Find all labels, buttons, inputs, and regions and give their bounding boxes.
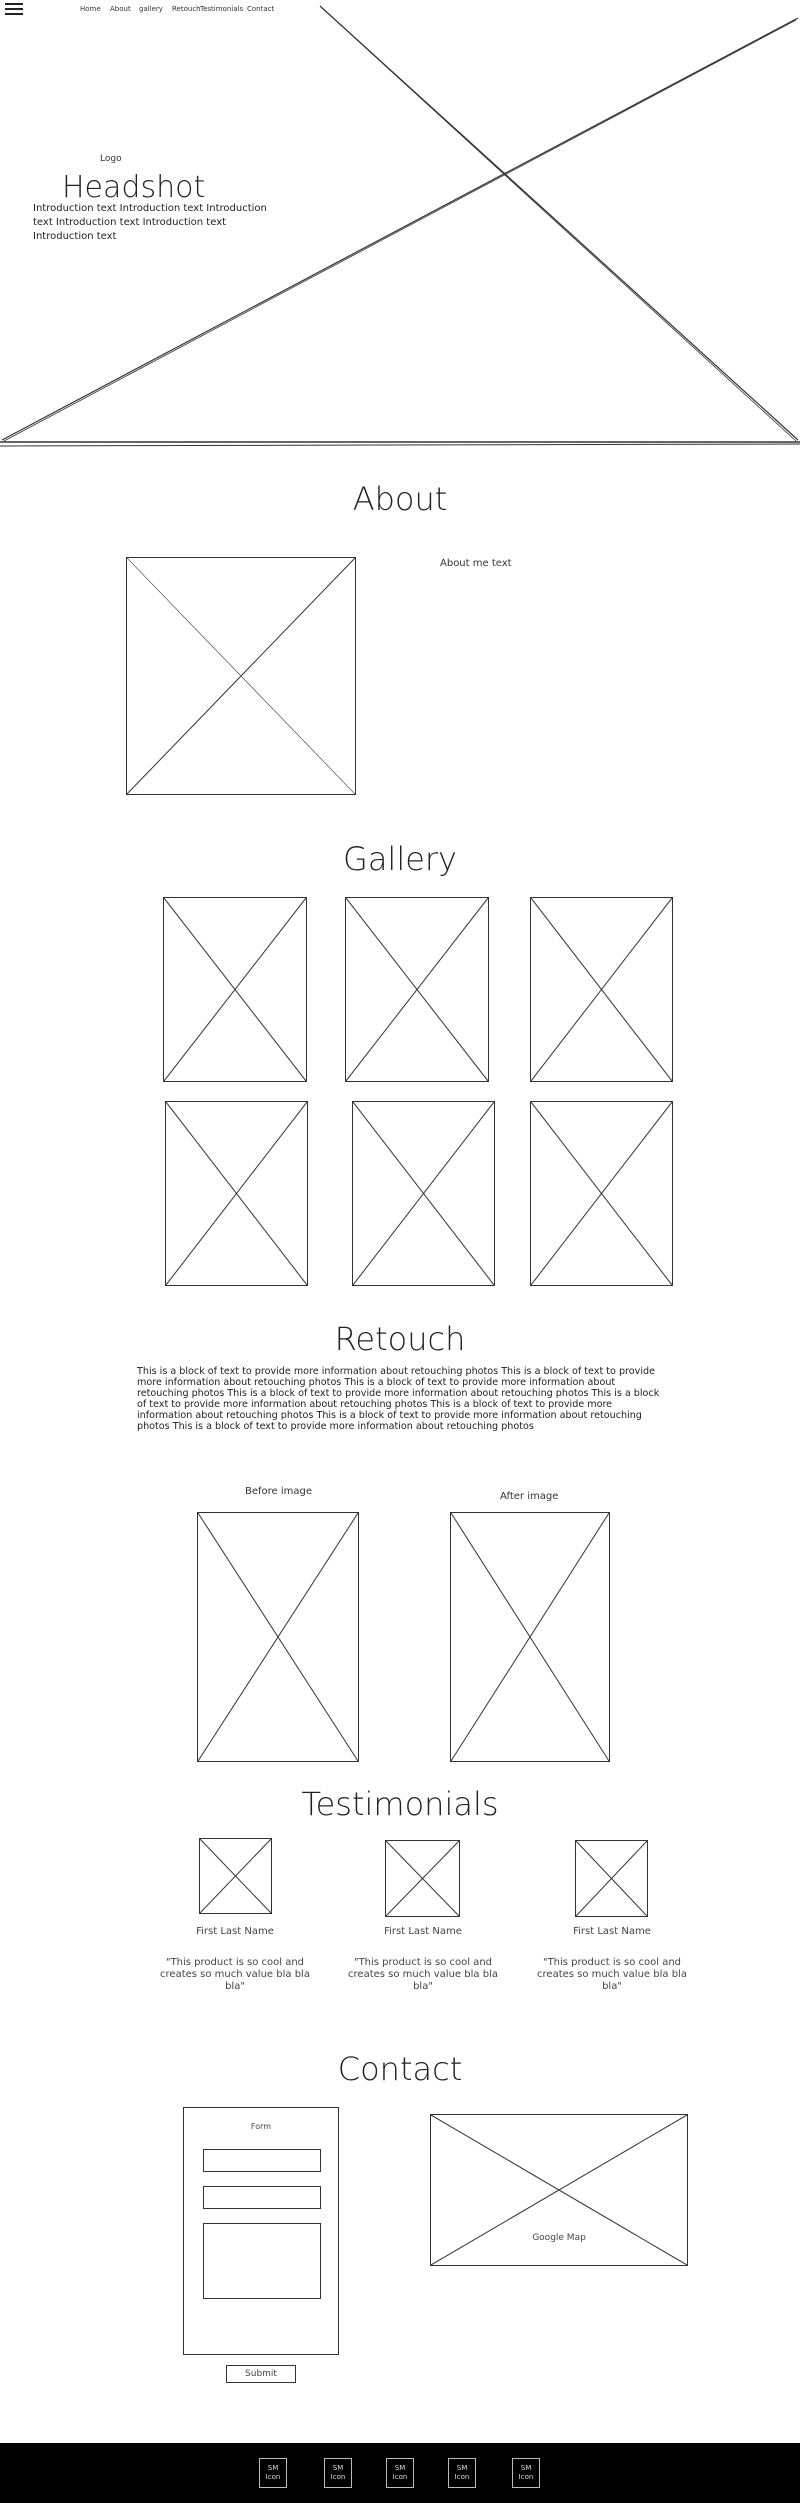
after-image-label: After image bbox=[500, 1491, 559, 1502]
testimonial-quote-3: "This product is so cool and creates so … bbox=[537, 1957, 687, 1992]
gallery-image-6[interactable] bbox=[530, 1101, 673, 1286]
testimonial-avatar-2 bbox=[385, 1840, 460, 1917]
gallery-heading: Gallery bbox=[343, 840, 457, 878]
retouch-heading: Retouch bbox=[334, 1320, 466, 1358]
social-icon-5[interactable]: SM Icon bbox=[512, 2458, 540, 2488]
social-icon-4[interactable]: SM Icon bbox=[448, 2458, 476, 2488]
contact-heading: Contact bbox=[337, 2050, 463, 2088]
email-field[interactable] bbox=[203, 2186, 321, 2209]
about-image-placeholder bbox=[126, 557, 356, 795]
hero-intro: Introduction text Introduction text Intr… bbox=[33, 203, 267, 242]
before-image-placeholder bbox=[197, 1512, 359, 1762]
google-map-label: Google Map bbox=[532, 2233, 586, 2243]
form-label: Form bbox=[250, 2122, 272, 2131]
retouch-text: This is a block of text to provide more … bbox=[137, 1366, 660, 1432]
testimonial-name-3: First Last Name bbox=[573, 1926, 651, 1937]
social-icon-3[interactable]: SM Icon bbox=[386, 2458, 414, 2488]
google-map-placeholder[interactable]: Google Map bbox=[430, 2114, 688, 2266]
testimonials-heading: Testimonials bbox=[301, 1785, 499, 1823]
testimonial-name-1: First Last Name bbox=[196, 1926, 274, 1937]
testimonial-quote-1: "This product is so cool and creates so … bbox=[160, 1957, 310, 1992]
about-heading: About bbox=[352, 480, 448, 518]
gallery-image-1[interactable] bbox=[163, 897, 307, 1082]
social-icon-2[interactable]: SM Icon bbox=[324, 2458, 352, 2488]
about-text: About me text bbox=[440, 558, 512, 569]
gallery-image-2[interactable] bbox=[345, 897, 489, 1082]
logo: Logo bbox=[100, 154, 122, 164]
hero-title: Headshot bbox=[62, 170, 206, 205]
submit-button[interactable]: Submit bbox=[226, 2365, 296, 2383]
gallery-image-3[interactable] bbox=[530, 897, 673, 1082]
social-icon-1[interactable]: SM Icon bbox=[259, 2458, 287, 2488]
before-image-label: Before image bbox=[245, 1486, 313, 1497]
gallery-image-4[interactable] bbox=[165, 1101, 308, 1286]
name-field[interactable] bbox=[203, 2149, 321, 2172]
testimonial-avatar-3 bbox=[575, 1840, 648, 1917]
submit-button-label: Submit bbox=[245, 2369, 277, 2379]
testimonial-name-2: First Last Name bbox=[384, 1926, 462, 1937]
message-field[interactable] bbox=[203, 2223, 321, 2299]
testimonial-quote-2: "This product is so cool and creates so … bbox=[348, 1957, 498, 1992]
testimonial-avatar-1 bbox=[199, 1838, 272, 1914]
after-image-placeholder bbox=[450, 1512, 610, 1762]
gallery-image-5[interactable] bbox=[352, 1101, 495, 1286]
